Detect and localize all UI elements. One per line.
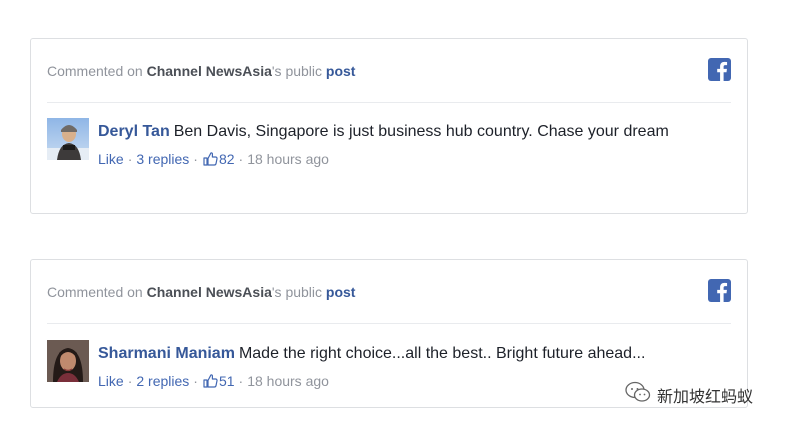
post-link[interactable]: post bbox=[326, 63, 356, 79]
separator: · bbox=[238, 373, 244, 389]
comment-author-link[interactable]: Deryl Tan bbox=[98, 123, 170, 140]
comment-timestamp[interactable]: 18 hours ago bbox=[247, 373, 329, 389]
comment-actions: Like · 3 replies · 82 · 18 hours ago bbox=[98, 148, 731, 173]
card-header-text: Commented on Channel NewsAsia's public p… bbox=[47, 284, 355, 300]
separator: · bbox=[127, 151, 133, 167]
card-header-text: Commented on Channel NewsAsia's public p… bbox=[47, 63, 355, 79]
like-button[interactable]: Like bbox=[98, 373, 124, 389]
separator: · bbox=[193, 151, 198, 167]
separator: · bbox=[193, 373, 198, 389]
post-link[interactable]: post bbox=[326, 284, 356, 300]
comment-author-link[interactable]: Sharmani Maniam bbox=[98, 345, 235, 362]
watermark: 新加坡红蚂蚁 bbox=[625, 381, 753, 408]
replies-link[interactable]: 2 replies bbox=[136, 373, 189, 389]
thumbs-up-icon bbox=[202, 151, 218, 173]
comment-text: Ben Davis, Singapore is just business hu… bbox=[173, 123, 669, 140]
header-possessive: 's public bbox=[271, 63, 326, 79]
comment-timestamp[interactable]: 18 hours ago bbox=[247, 151, 329, 167]
comment-text: Made the right choice...all the best.. B… bbox=[238, 345, 646, 362]
header-prefix: Commented on bbox=[47, 63, 147, 79]
wechat-icon bbox=[625, 381, 651, 408]
like-count[interactable]: 51 bbox=[219, 373, 235, 389]
like-button[interactable]: Like bbox=[98, 151, 124, 167]
header-possessive: 's public bbox=[271, 284, 326, 300]
facebook-icon[interactable] bbox=[708, 58, 731, 81]
page-name-link[interactable]: Channel NewsAsia bbox=[147, 63, 272, 79]
card-header: Commented on Channel NewsAsia's public p… bbox=[47, 260, 731, 324]
like-count[interactable]: 82 bbox=[219, 151, 235, 167]
comment-card: Commented on Channel NewsAsia's public p… bbox=[30, 38, 748, 214]
header-prefix: Commented on bbox=[47, 284, 147, 300]
avatar[interactable] bbox=[47, 340, 89, 382]
comment-body: Deryl Tan Ben Davis, Singapore is just bu… bbox=[98, 119, 731, 173]
watermark-text: 新加坡红蚂蚁 bbox=[657, 388, 754, 406]
page-name-link[interactable]: Channel NewsAsia bbox=[147, 284, 272, 300]
replies-link[interactable]: 3 replies bbox=[136, 151, 189, 167]
separator: · bbox=[238, 151, 244, 167]
thumbs-up-icon bbox=[202, 373, 218, 395]
avatar[interactable] bbox=[47, 118, 89, 160]
facebook-icon[interactable] bbox=[708, 279, 731, 302]
separator: · bbox=[127, 373, 133, 389]
card-header: Commented on Channel NewsAsia's public p… bbox=[47, 39, 731, 103]
